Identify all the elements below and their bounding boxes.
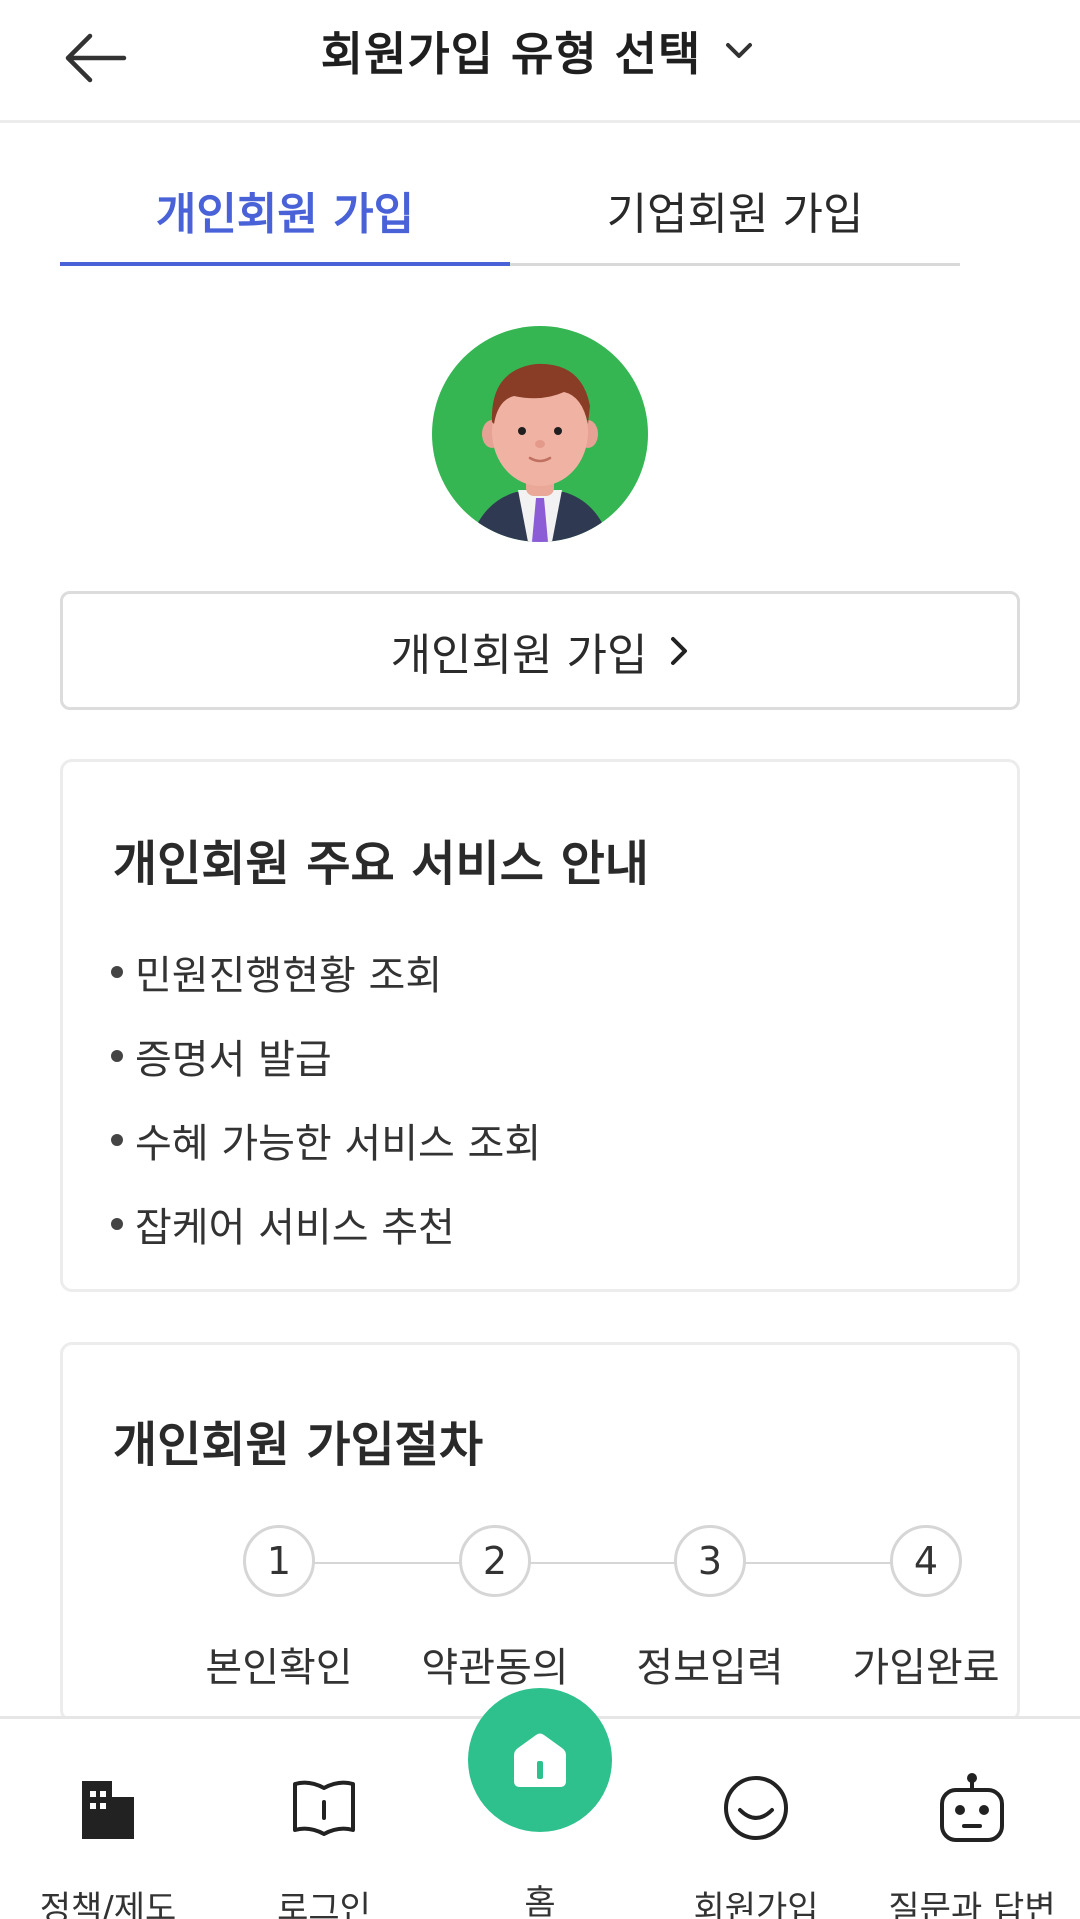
step-item: 4 가입완료 (836, 1525, 1016, 1693)
step-number: 3 (674, 1525, 746, 1597)
services-card-title: 개인회원 주요 서비스 안내 (113, 836, 649, 892)
step-label: 정보입력 (636, 1645, 784, 1691)
step-number: 4 (890, 1525, 962, 1597)
join-button-label: 개인회원 가입 (390, 629, 648, 681)
book-icon (287, 1771, 361, 1845)
chevron-right-icon (671, 636, 688, 665)
step-connector (281, 1562, 926, 1564)
nav-label: 홈 (524, 1883, 556, 1919)
join-process-card: 개인회원 가입절차 1 본인확인 2 약관동의 3 정보입력 4 가입완료 (60, 1342, 1020, 1722)
list-item: 민원진행현황 조회 (111, 930, 541, 1014)
process-card-title: 개인회원 가입절차 (113, 1417, 483, 1473)
nav-policy[interactable]: 정책/제도 (0, 1719, 216, 1919)
step-label: 가입완료 (852, 1645, 1000, 1691)
step-label: 본인확인 (205, 1645, 353, 1691)
title-dropdown[interactable]: 회원가입 유형 선택 (0, 18, 1080, 84)
step-item: 3 정보입력 (620, 1525, 800, 1693)
step-item: 2 약관동의 (405, 1525, 585, 1693)
page-title: 회원가입 유형 선택 (320, 27, 702, 81)
nav-signup[interactable]: 회원가입 (648, 1719, 864, 1919)
process-steps: 1 본인확인 2 약관동의 3 정보입력 4 가입완료 (153, 1525, 1013, 1705)
member-type-tabs: 개인회원 가입 기업회원 가입 (60, 160, 960, 266)
personal-join-button[interactable]: 개인회원 가입 (60, 591, 1020, 710)
top-bar: 회원가입 유형 선택 (0, 0, 1080, 123)
services-list: 민원진행현황 조회 증명서 발급 수혜 가능한 서비스 조회 잡케어 서비스 추… (111, 930, 541, 1266)
list-item: 잡케어 서비스 추천 (111, 1182, 541, 1266)
robot-icon (935, 1771, 1009, 1845)
tab-personal-member[interactable]: 개인회원 가입 (60, 160, 510, 266)
list-item: 수혜 가능한 서비스 조회 (111, 1098, 541, 1182)
nav-login[interactable]: 로그인 (216, 1719, 432, 1919)
step-number: 1 (243, 1525, 315, 1597)
step-label: 약관동의 (421, 1645, 569, 1691)
avatar (432, 326, 648, 542)
tab-label: 기업회원 가입 (606, 189, 864, 240)
services-card: 개인회원 주요 서비스 안내 민원진행현황 조회 증명서 발급 수혜 가능한 서… (60, 759, 1020, 1292)
home-button[interactable] (468, 1688, 612, 1832)
nav-label: 로그인 (277, 1889, 371, 1919)
building-icon (71, 1771, 145, 1845)
tab-label: 개인회원 가입 (155, 189, 415, 240)
step-item: 1 본인확인 (189, 1525, 369, 1693)
nav-qna[interactable]: 질문과 답변 (864, 1719, 1080, 1919)
smile-icon (719, 1771, 793, 1845)
nav-label: 회원가입 (693, 1889, 819, 1919)
tab-corporate-member[interactable]: 기업회원 가입 (510, 160, 960, 263)
nav-label: 정책/제도 (39, 1889, 177, 1919)
list-item: 증명서 발급 (111, 1014, 541, 1098)
chevron-down-icon (719, 31, 759, 71)
nav-label: 질문과 답변 (888, 1889, 1056, 1919)
home-icon (514, 1733, 566, 1787)
step-number: 2 (459, 1525, 531, 1597)
